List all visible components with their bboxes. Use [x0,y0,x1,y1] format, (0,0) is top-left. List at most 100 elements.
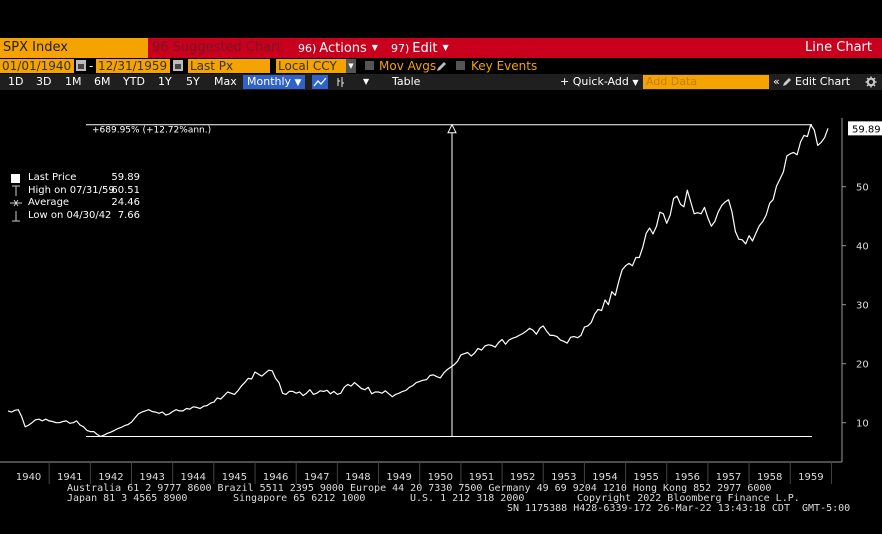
chevron-down-icon: ▼ [632,78,639,87]
legend-item-last-price[interactable]: Last Price 59.89 [8,172,140,185]
y-tick-label: 50 [856,183,869,194]
x-tick-label: 1959 [798,472,823,483]
suggested-chart-ghost[interactable]: 96 Suggested Chart [150,38,292,58]
x-tick-label: 1950 [428,472,453,483]
start-date-input[interactable]: 01/01/1940 [0,59,74,73]
actions-number: 96) [298,42,317,55]
edit-chart-button[interactable]: Edit Chart [795,74,850,90]
last-price-tag: 59.89 [848,121,882,136]
footer-japan: Japan 81 3 4565 8900 [67,493,188,504]
legend-label: High on 07/31/59 [28,184,115,196]
period-1d[interactable]: 1D [8,74,23,90]
x-tick-label: 1951 [469,472,494,483]
legend-value: 24.46 [111,197,140,208]
price-chart[interactable]: 1020304050 1940 1941 1942 1943 1944 1945 1946 1… [0,90,882,484]
x-axis-ticks: 1940 1941 1942 1943 1944 1945 1946 1947 1948 1949… [16,462,832,484]
footer-singapore: Singapore 65 6212 1000 [233,493,366,504]
period-6m[interactable]: 6M [94,74,111,90]
legend-item-high[interactable]: High on 07/31/59 60.51 [8,185,140,198]
x-tick-label: 1948 [345,472,370,483]
x-tick-label: 1955 [633,472,658,483]
period-toolbar: 1D 3D 1M 6M YTD 1Y 5Y Max Monthly ▼ ▼ Ta… [0,74,882,90]
collapse-left-icon[interactable]: « [773,74,780,90]
currency-select[interactable]: Local CCY [276,59,346,73]
actions-label: Actions [319,41,367,56]
x-tick-label: 1943 [139,472,164,483]
period-ytd[interactable]: YTD [123,74,145,90]
high-marker-icon [12,185,20,196]
end-date-input[interactable]: 12/31/1959 [96,59,170,73]
x-tick-label: 1954 [592,472,617,483]
key-events-label[interactable]: Key Events [471,58,537,74]
quick-add-button[interactable]: + Quick-Add ▼ [560,74,639,91]
chevron-down-icon[interactable]: ▼ [363,74,369,90]
period-3d[interactable]: 3D [36,74,51,90]
chart-legend: Last Price 59.89 High on 07/31/59 60.51 … [8,172,140,222]
chevron-down-icon: ▼ [371,43,378,52]
x-tick-label: 1941 [57,472,82,483]
bar-chart-icon[interactable] [334,75,350,89]
header-bar: SPX Index 96 Suggested Chart 96) Actions ▼… [0,38,882,58]
pencil-icon[interactable] [436,61,447,72]
calendar-icon[interactable] [173,60,183,71]
x-tick-label: 1956 [675,472,700,483]
x-tick-label: 1958 [757,472,782,483]
chevron-down-icon: ▼ [442,43,449,52]
controls-bar: 01/01/1940 - 12/31/1959 Last Px Local CC… [0,58,882,74]
edit-menu[interactable]: 97) Edit ▼ [391,38,449,58]
legend-square-icon [11,174,20,183]
period-5y[interactable]: 5Y [186,74,200,90]
x-tick-label: 1942 [98,472,123,483]
legend-label: Last Price [28,172,77,183]
legend-label: Average [28,197,70,208]
x-tick-label: 1957 [716,472,741,483]
period-max[interactable]: Max [214,74,237,90]
y-tick-label: 10 [856,419,869,430]
ticker-field[interactable]: SPX Index [0,38,148,58]
gear-icon[interactable] [865,76,877,88]
mov-avgs-label[interactable]: Mov Avgs [379,58,436,74]
legend-value: 60.51 [111,184,140,196]
period-1y[interactable]: 1Y [158,74,172,90]
line-chart-icon[interactable] [312,75,328,89]
arrow-up-icon [447,123,457,134]
legend-label: Low on 04/30/42 [28,209,112,221]
edit-label: Edit [412,41,438,56]
legend-item-low[interactable]: Low on 04/30/42 7.66 [8,210,140,223]
legend-item-average[interactable]: Average 24.46 [8,197,140,210]
x-tick-label: 1944 [181,472,206,483]
y-tick-label: 30 [856,301,869,312]
x-tick-label: 1953 [551,472,576,483]
footer-contacts: Australia 61 2 9777 8600 Brazil 5511 239… [0,484,882,534]
average-marker-icon [10,199,22,207]
chevron-down-icon[interactable]: ▼ [346,59,356,73]
legend-value: 7.66 [117,209,140,221]
x-tick-label: 1949 [386,472,411,483]
y-axis-ticks: 10 20 30 40 50 [842,183,869,430]
table-button[interactable]: Table [392,74,420,90]
top-black-bar [0,0,882,38]
field-select[interactable]: Last Px [188,59,270,73]
frequency-label: Monthly [247,75,292,88]
frequency-select[interactable]: Monthly ▼ [243,75,305,89]
edit-number: 97) [391,42,410,55]
mov-avgs-checkbox[interactable] [365,61,374,70]
legend-value: 59.89 [111,172,140,183]
date-separator: - [89,59,94,73]
chevron-down-icon: ▼ [294,78,302,88]
quick-add-label: + Quick-Add [560,75,629,88]
change-annotation: +689.95% (+12.72%ann.) [92,126,211,136]
x-tick-label: 1952 [510,472,535,483]
x-tick-label: 1945 [222,472,247,483]
y-tick-label: 20 [856,360,869,371]
add-data-input[interactable]: Add Data [643,75,769,89]
pencil-icon[interactable] [782,77,792,87]
calendar-icon[interactable] [76,60,86,71]
x-tick-label: 1947 [304,472,329,483]
last-price-tag-value: 59.89 [852,124,881,135]
actions-menu[interactable]: 96) Actions ▼ [298,38,378,58]
key-events-checkbox[interactable] [456,61,465,70]
chart-type-title: Line Chart [805,40,872,55]
period-1m[interactable]: 1M [65,74,82,90]
y-tick-label: 40 [856,242,869,253]
